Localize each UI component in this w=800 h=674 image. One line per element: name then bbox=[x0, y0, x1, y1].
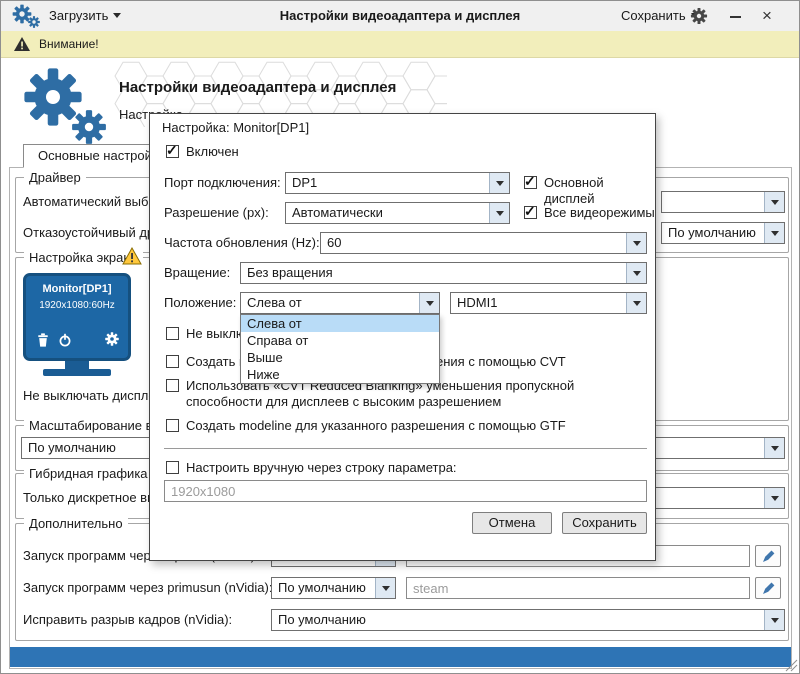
refresh-label: Частота обновления (Hz): bbox=[164, 232, 320, 254]
resize-grip[interactable] bbox=[785, 659, 798, 672]
combo-arrow-button[interactable] bbox=[626, 263, 646, 283]
page-title: Настройки видеоадаптера и дисплея bbox=[119, 79, 396, 96]
all-modes-label: Все видеорежимы bbox=[544, 205, 655, 221]
warning-banner-text: Внимание! bbox=[39, 31, 99, 57]
minimize-icon bbox=[730, 16, 741, 18]
manual-mode-input[interactable] bbox=[164, 480, 647, 502]
checkbox-box bbox=[166, 355, 179, 368]
port-value: DP1 bbox=[286, 173, 489, 193]
chevron-down-icon bbox=[496, 181, 504, 190]
chevron-down-icon bbox=[633, 241, 641, 250]
save-menu-button[interactable]: Сохранить bbox=[621, 1, 699, 31]
position-option-right[interactable]: Справа от bbox=[241, 332, 439, 349]
enabled-checkbox[interactable]: Включен bbox=[166, 144, 239, 160]
dialog-title: Настройка: Monitor[DP1] bbox=[162, 120, 309, 135]
gtf-checkbox[interactable]: Создать modeline для указанного разрешен… bbox=[166, 418, 566, 434]
resolution-label: Разрешение (px): bbox=[164, 202, 269, 224]
manual-label: Настроить вручную через строку параметра… bbox=[186, 460, 457, 476]
chevron-down-icon bbox=[633, 271, 641, 280]
dialog-separator bbox=[164, 448, 647, 449]
combo-arrow-button[interactable] bbox=[489, 173, 509, 193]
combo-arrow-button[interactable] bbox=[626, 233, 646, 253]
monitor-settings-gear-icon[interactable] bbox=[104, 331, 120, 347]
chevron-down-icon bbox=[426, 301, 434, 310]
advanced-group-legend: Дополнительно bbox=[24, 516, 128, 531]
manual-checkbox[interactable]: Настроить вручную через строку параметра… bbox=[166, 460, 457, 476]
status-bar bbox=[10, 647, 791, 667]
refresh-combobox[interactable]: 60 bbox=[320, 232, 647, 254]
load-menu-label: Загрузить bbox=[49, 8, 108, 23]
minimize-button[interactable] bbox=[721, 1, 749, 31]
monitor-settings-dialog: Настройка: Monitor[DP1] Включен Порт под… bbox=[149, 113, 656, 561]
all-modes-checkbox[interactable]: Все видеорежимы bbox=[524, 205, 655, 221]
checkbox-box bbox=[166, 461, 179, 474]
app-gears-icon bbox=[11, 3, 43, 29]
combo-arrow-button[interactable] bbox=[489, 203, 509, 223]
resolution-combobox[interactable]: Автоматически bbox=[285, 202, 510, 224]
combo-arrow-button[interactable] bbox=[419, 293, 439, 313]
port-combobox[interactable]: DP1 bbox=[285, 172, 510, 194]
enabled-checkbox-label: Включен bbox=[186, 144, 239, 160]
monitor-name: Monitor[DP1] bbox=[26, 283, 128, 295]
rotation-combobox[interactable]: Без вращения bbox=[240, 262, 647, 284]
resolution-value: Автоматически bbox=[286, 203, 489, 223]
rotation-value: Без вращения bbox=[241, 263, 626, 283]
combo-arrow-button[interactable] bbox=[626, 293, 646, 313]
port-label: Порт подключения: bbox=[164, 172, 281, 194]
position-option-left[interactable]: Слева от bbox=[241, 315, 439, 332]
position-label: Положение: bbox=[164, 292, 236, 314]
gtf-label: Создать modeline для указанного разрешен… bbox=[186, 418, 566, 434]
load-menu-button[interactable]: Загрузить bbox=[49, 1, 121, 31]
settings-gear-icon[interactable] bbox=[689, 6, 709, 26]
cancel-button[interactable]: Отмена bbox=[472, 512, 552, 534]
close-button[interactable]: × bbox=[753, 1, 781, 31]
close-icon: × bbox=[762, 6, 772, 25]
relative-display-combobox[interactable]: HDMI1 bbox=[450, 292, 647, 314]
power-monitor-icon[interactable] bbox=[58, 332, 72, 348]
warning-banner: Внимание! bbox=[1, 31, 799, 58]
checkbox-box bbox=[166, 145, 179, 158]
chevron-down-icon bbox=[113, 13, 121, 22]
rotation-label: Вращение: bbox=[164, 262, 230, 284]
refresh-value: 60 bbox=[321, 233, 626, 253]
monitor-stand bbox=[65, 361, 89, 369]
hybrid-group-legend: Гибридная графика bbox=[24, 466, 153, 481]
monitor-stand-base bbox=[43, 369, 111, 376]
app-window: Загрузить Настройки видеоадаптера и дисп… bbox=[0, 0, 800, 674]
driver-group-legend: Драйвер bbox=[24, 170, 86, 185]
chevron-down-icon bbox=[633, 301, 641, 310]
delete-monitor-icon[interactable] bbox=[36, 332, 50, 348]
primary-display-checkbox[interactable]: Основной дисплей bbox=[524, 175, 655, 207]
save-menu-label: Сохранить bbox=[621, 8, 686, 23]
chevron-down-icon bbox=[496, 211, 504, 220]
primary-display-label: Основной дисплей bbox=[544, 175, 655, 207]
position-dropdown-list: Слева от Справа от Выше Ниже bbox=[240, 314, 440, 384]
save-button[interactable]: Сохранить bbox=[562, 512, 647, 534]
monitor-warning-icon bbox=[122, 247, 142, 265]
warning-icon bbox=[13, 36, 31, 52]
checkbox-box bbox=[166, 419, 179, 432]
position-value: Слева от bbox=[241, 293, 419, 313]
position-combobox[interactable]: Слева от bbox=[240, 292, 440, 314]
relative-display-value: HDMI1 bbox=[451, 293, 626, 313]
position-option-above[interactable]: Выше bbox=[241, 349, 439, 366]
monitor-card[interactable]: Monitor[DP1] 1920x1080:60Hz bbox=[23, 273, 131, 361]
titlebar: Загрузить Настройки видеоадаптера и дисп… bbox=[1, 1, 799, 32]
checkbox-box bbox=[524, 206, 537, 219]
monitor-mode: 1920x1080:60Hz bbox=[26, 300, 128, 311]
checkbox-box bbox=[524, 176, 537, 189]
checkbox-box bbox=[166, 327, 179, 340]
checkbox-box bbox=[166, 379, 179, 392]
position-option-below[interactable]: Ниже bbox=[241, 366, 439, 383]
app-logo-gears bbox=[19, 65, 115, 147]
